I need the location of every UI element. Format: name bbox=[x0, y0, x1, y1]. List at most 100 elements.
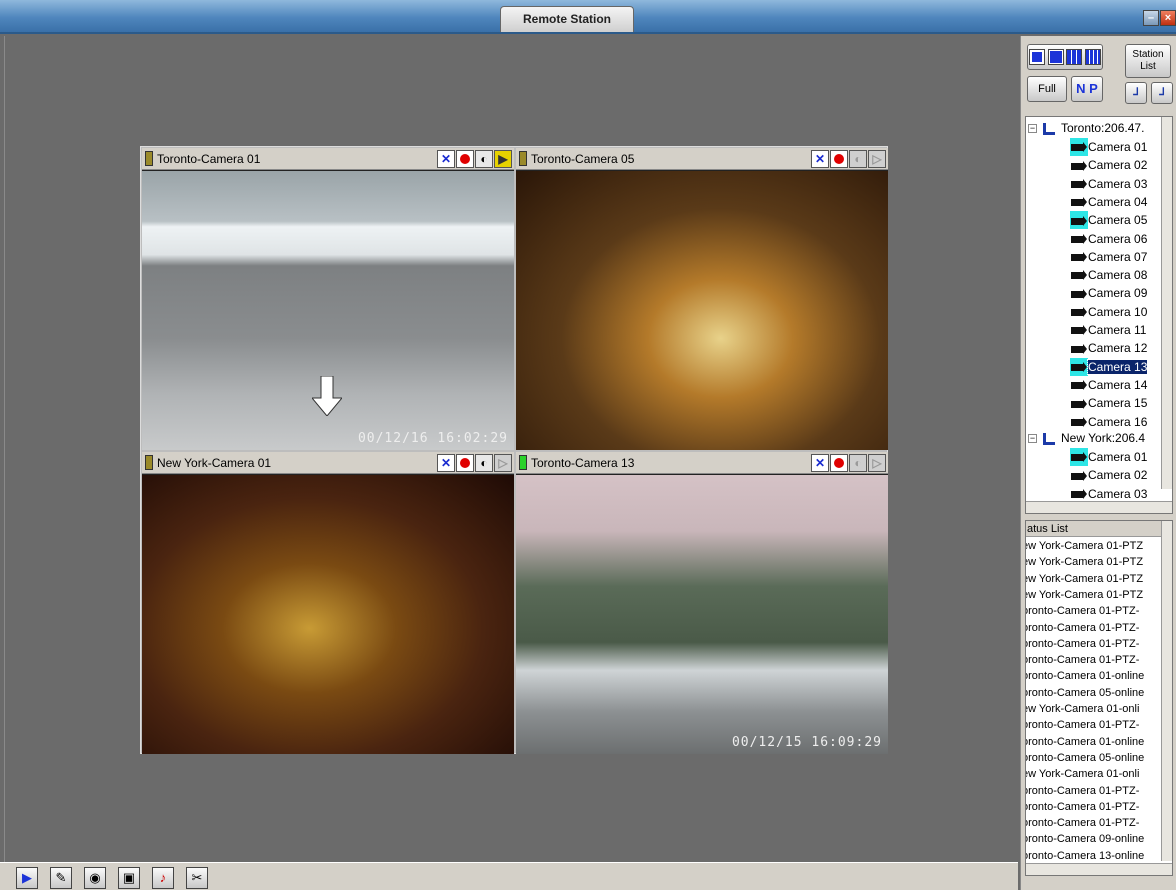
tree-camera-label: Camera 10 bbox=[1088, 304, 1148, 319]
camera-video-feed[interactable]: 00/12/16 16:02:29 bbox=[142, 171, 514, 450]
speaker-icon[interactable]: ♪ bbox=[152, 867, 174, 889]
camera-icon bbox=[1070, 303, 1088, 321]
tree-camera-item[interactable]: Camera 14 bbox=[1070, 376, 1147, 394]
ptz-icon[interactable]: ◐ bbox=[475, 150, 493, 168]
camera-icon bbox=[1070, 266, 1088, 284]
tree-station-toronto[interactable]: − Toronto:206.47. bbox=[1028, 119, 1144, 137]
close-button[interactable]: × bbox=[1160, 10, 1176, 26]
tree-camera-item[interactable]: Camera 02 bbox=[1070, 156, 1147, 174]
play-icon[interactable]: ▶ bbox=[16, 867, 38, 889]
close-camera-button[interactable]: ✕ bbox=[811, 150, 829, 168]
tree-camera-item[interactable]: Camera 06 bbox=[1070, 230, 1147, 248]
camera-pane-header: Toronto-Camera 01 ✕ ◐ ▶ bbox=[142, 148, 514, 170]
status-list-item[interactable]: ew York-Camera 01-PTZ bbox=[1026, 571, 1143, 587]
disconnect-icon[interactable]: ⅃ bbox=[1151, 82, 1173, 104]
status-list-item[interactable]: oronto-Camera 01-online bbox=[1026, 734, 1144, 750]
full-screen-button[interactable]: Full bbox=[1027, 76, 1067, 102]
tools-icon[interactable]: ✂ bbox=[186, 867, 208, 889]
camera-pane-2[interactable]: Toronto-Camera 05 ✕ ◐ ▷ bbox=[516, 148, 888, 450]
station-list-button[interactable]: Station List bbox=[1125, 44, 1171, 78]
status-list-item[interactable]: ew York-Camera 01-PTZ bbox=[1026, 554, 1143, 570]
ptz-icon[interactable]: ◐ bbox=[849, 150, 867, 168]
layout-3x3-icon[interactable] bbox=[1066, 49, 1083, 65]
tree-camera-item[interactable]: Camera 10 bbox=[1070, 303, 1147, 321]
record-button[interactable] bbox=[456, 150, 474, 168]
tree-camera-item[interactable]: Camera 13 bbox=[1070, 357, 1149, 376]
record-button[interactable] bbox=[830, 454, 848, 472]
title-bar: Remote Station – × bbox=[0, 0, 1176, 34]
tree-camera-item[interactable]: Camera 03 bbox=[1070, 175, 1147, 193]
status-list-item[interactable]: oronto-Camera 01-PTZ- bbox=[1026, 620, 1139, 636]
tree-camera-item[interactable]: Camera 12 bbox=[1070, 339, 1147, 357]
play-icon[interactable]: ▶ bbox=[494, 150, 512, 168]
monitor-icon[interactable]: ▣ bbox=[118, 867, 140, 889]
minimize-button[interactable]: – bbox=[1143, 10, 1159, 26]
status-list-item[interactable]: oronto-Camera 01-online bbox=[1026, 668, 1144, 684]
window-title: Remote Station bbox=[500, 6, 634, 32]
status-list-item[interactable]: oronto-Camera 01-PTZ- bbox=[1026, 783, 1139, 799]
collapse-icon[interactable]: − bbox=[1028, 124, 1037, 134]
play-icon[interactable]: ▷ bbox=[868, 454, 886, 472]
camera-video-feed[interactable] bbox=[516, 171, 888, 450]
status-list-item[interactable]: oronto-Camera 01-PTZ- bbox=[1026, 815, 1139, 831]
tree-camera-item[interactable]: Camera 04 bbox=[1070, 193, 1147, 211]
status-list-item[interactable]: ew York-Camera 01-PTZ bbox=[1026, 587, 1143, 603]
status-vertical-scrollbar[interactable] bbox=[1161, 521, 1172, 861]
brush-icon[interactable]: ✎ bbox=[50, 867, 72, 889]
tree-camera-label: Camera 14 bbox=[1088, 377, 1148, 392]
status-list-item[interactable]: oronto-Camera 13-online bbox=[1026, 848, 1144, 864]
tree-camera-item[interactable]: Camera 07 bbox=[1070, 248, 1147, 266]
play-icon[interactable]: ▷ bbox=[494, 454, 512, 472]
status-list-item[interactable]: ew York-Camera 01-onli bbox=[1026, 701, 1139, 717]
camera-pane-1[interactable]: Toronto-Camera 01 ✕ ◐ ▶ 00/12/16 16:02:2… bbox=[142, 148, 514, 450]
status-list-item[interactable]: oronto-Camera 01-PTZ- bbox=[1026, 603, 1139, 619]
tree-camera-item[interactable]: Camera 11 bbox=[1070, 321, 1146, 339]
tree-camera-item[interactable]: Camera 09 bbox=[1070, 284, 1147, 302]
record-button[interactable] bbox=[456, 454, 474, 472]
next-button[interactable]: N bbox=[1076, 81, 1085, 96]
ptz-icon[interactable]: ◐ bbox=[475, 454, 493, 472]
status-list-item[interactable]: oronto-Camera 01-PTZ- bbox=[1026, 717, 1139, 733]
status-list-item[interactable]: ew York-Camera 01-onli bbox=[1026, 766, 1139, 782]
status-list-item[interactable]: ew York-Camera 01-PTZ bbox=[1026, 538, 1143, 554]
status-list-item[interactable]: oronto-Camera 01-PTZ- bbox=[1026, 799, 1139, 815]
play-icon[interactable]: ▷ bbox=[868, 150, 886, 168]
tree-camera-item[interactable]: Camera 01 bbox=[1070, 138, 1147, 156]
camera-video-feed[interactable]: 00/12/15 16:09:29 bbox=[516, 475, 888, 754]
status-list-item[interactable]: oronto-Camera 05-online bbox=[1026, 685, 1144, 701]
tree-camera-item[interactable]: Camera 01 bbox=[1070, 448, 1147, 466]
tree-camera-item[interactable]: Camera 15 bbox=[1070, 394, 1147, 412]
tree-camera-label: Camera 13 bbox=[1086, 358, 1149, 375]
status-list-item[interactable]: oronto-Camera 01-PTZ- bbox=[1026, 636, 1139, 652]
status-list-item[interactable]: oronto-Camera 09-online bbox=[1026, 831, 1144, 847]
tree-camera-item[interactable]: Camera 05 bbox=[1070, 211, 1147, 230]
camera-pane-4[interactable]: Toronto-Camera 13 ✕ ◐ ▷ 00/12/15 16:09:2… bbox=[516, 452, 888, 754]
tree-vertical-scrollbar[interactable] bbox=[1161, 117, 1172, 489]
camera-settings-icon[interactable]: ◉ bbox=[84, 867, 106, 889]
record-button[interactable] bbox=[830, 150, 848, 168]
close-camera-button[interactable]: ✕ bbox=[437, 454, 455, 472]
camera-pane-3[interactable]: New York-Camera 01 ✕ ◐ ▷ bbox=[142, 452, 514, 754]
close-camera-button[interactable]: ✕ bbox=[811, 454, 829, 472]
collapse-icon[interactable]: − bbox=[1028, 434, 1037, 444]
tree-station-newyork[interactable]: − New York:206.4 bbox=[1028, 429, 1145, 447]
close-camera-button[interactable]: ✕ bbox=[437, 150, 455, 168]
camera-video-feed[interactable] bbox=[142, 475, 514, 754]
ptz-icon[interactable]: ◐ bbox=[849, 454, 867, 472]
status-list-item[interactable]: oronto-Camera 05-online bbox=[1026, 750, 1144, 766]
tree-camera-item[interactable]: Camera 03 bbox=[1070, 485, 1147, 503]
status-horizontal-scrollbar[interactable] bbox=[1026, 863, 1172, 875]
prev-button[interactable]: P bbox=[1089, 81, 1098, 96]
status-list-item[interactable]: oronto-Camera 01-PTZ- bbox=[1026, 652, 1139, 668]
tree-horizontal-scrollbar[interactable] bbox=[1026, 501, 1172, 513]
connect-icon[interactable]: ⅃ bbox=[1125, 82, 1147, 104]
layout-2x2-icon[interactable] bbox=[1047, 49, 1064, 65]
tree-camera-item[interactable]: Camera 08 bbox=[1070, 266, 1147, 284]
tree-camera-label: Camera 16 bbox=[1088, 414, 1148, 429]
layout-4x4-icon[interactable] bbox=[1085, 49, 1102, 65]
tree-camera-label: Camera 03 bbox=[1088, 486, 1148, 501]
tree-camera-item[interactable]: Camera 02 bbox=[1070, 466, 1147, 484]
tree-camera-item[interactable]: Camera 16 bbox=[1070, 413, 1147, 431]
layout-1x1-icon[interactable] bbox=[1028, 49, 1045, 65]
camera-title: New York-Camera 01 bbox=[157, 456, 272, 470]
